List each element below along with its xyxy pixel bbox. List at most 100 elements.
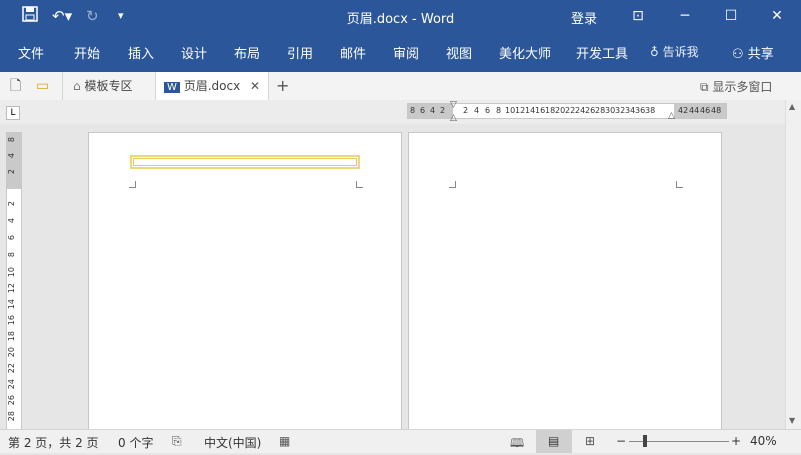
tab-document-label: 页眉.docx bbox=[183, 79, 241, 93]
ruler-tick: 26 bbox=[585, 106, 596, 115]
tab-view[interactable]: 视图 bbox=[446, 43, 472, 62]
windows-icon: ⧉ bbox=[700, 80, 709, 94]
person-icon: ⚇ bbox=[732, 47, 744, 62]
ruler-tick: 34 bbox=[625, 106, 636, 115]
ruler-tick: 48 bbox=[711, 106, 722, 115]
close-icon[interactable]: ✕ bbox=[762, 4, 792, 28]
new-doc-icon[interactable]: 🗋 bbox=[10, 72, 21, 100]
show-multi-window-button[interactable]: ⧉ 显示多窗口 bbox=[700, 78, 772, 95]
ruler-tick: 14 bbox=[7, 299, 16, 310]
ruler-tick: 30 bbox=[605, 106, 616, 115]
zoom-in-button[interactable]: + bbox=[731, 434, 741, 448]
ruler-tick: 10 bbox=[505, 106, 516, 115]
ruler-tick: 20 bbox=[7, 347, 16, 358]
folder-icon[interactable]: ▭ bbox=[36, 72, 49, 100]
tab-template[interactable]: ⌂ 模板专区 bbox=[62, 72, 155, 100]
tab-mailings[interactable]: 邮件 bbox=[340, 43, 366, 62]
page-1[interactable] bbox=[88, 132, 402, 429]
ruler-tick: 10 bbox=[7, 267, 16, 278]
ruler-tick: 8 bbox=[410, 106, 416, 115]
maximize-icon[interactable]: ☐ bbox=[716, 4, 746, 28]
crop-mark bbox=[356, 181, 363, 188]
first-line-indent-marker[interactable]: ▽ bbox=[450, 100, 457, 110]
ruler-tick: 18 bbox=[7, 331, 16, 342]
print-layout-icon[interactable]: ▤ bbox=[548, 434, 559, 448]
tab-file[interactable]: 文件 bbox=[18, 43, 44, 62]
tab-design[interactable]: 设计 bbox=[181, 43, 207, 62]
ruler-tick: 8 bbox=[7, 137, 16, 143]
scroll-down-icon[interactable]: ▼ bbox=[789, 416, 795, 425]
document-canvas[interactable] bbox=[22, 124, 785, 429]
tab-beautify[interactable]: 美化大师 bbox=[499, 43, 551, 62]
ruler-tick: 28 bbox=[595, 106, 606, 115]
hanging-indent-marker[interactable]: △ bbox=[450, 113, 457, 123]
crop-mark bbox=[676, 181, 683, 188]
ruler-tick: 18 bbox=[545, 106, 556, 115]
ruler-tick: 4 bbox=[7, 153, 16, 159]
ruler-tick: 22 bbox=[565, 106, 576, 115]
tab-template-label: 模板专区 bbox=[84, 79, 133, 93]
proofing-icon[interactable]: ⎘ bbox=[172, 434, 182, 449]
tab-layout[interactable]: 布局 bbox=[234, 43, 260, 62]
ruler-tick: 8 bbox=[7, 252, 16, 258]
ruler-tick: 20 bbox=[555, 106, 566, 115]
ruler-tick: 22 bbox=[7, 363, 16, 374]
word-count[interactable]: 0 个字 bbox=[118, 434, 153, 451]
add-tab-icon[interactable]: + bbox=[276, 72, 289, 100]
crop-mark bbox=[449, 181, 456, 188]
tab-references[interactable]: 引用 bbox=[287, 43, 313, 62]
ruler-tick: 2 bbox=[7, 169, 16, 175]
page-count[interactable]: 第 2 页，共 2 页 bbox=[8, 434, 99, 451]
ruler-tick: 2 bbox=[7, 201, 16, 207]
zoom-out-button[interactable]: − bbox=[616, 434, 626, 448]
word-doc-icon: W bbox=[164, 82, 180, 93]
ribbon-display-icon[interactable]: ⊡ bbox=[623, 4, 653, 28]
minimize-icon[interactable]: ─ bbox=[670, 4, 700, 28]
lightbulb-icon: ♁ bbox=[650, 45, 659, 59]
show-multi-window-label: 显示多窗口 bbox=[712, 80, 773, 94]
ruler-tick: 8 bbox=[496, 106, 502, 115]
share-label: 共享 bbox=[747, 47, 774, 62]
ruler-tick: 4 bbox=[430, 106, 436, 115]
home-icon: ⌂ bbox=[73, 79, 81, 93]
ruler-tick: 16 bbox=[7, 315, 16, 326]
macro-icon[interactable]: ▦ bbox=[279, 434, 290, 448]
ruler-tick: 26 bbox=[7, 395, 16, 406]
ruler-tick: 32 bbox=[615, 106, 626, 115]
ruler-tick: 4 bbox=[474, 106, 480, 115]
page-2[interactable] bbox=[408, 132, 722, 429]
tab-stop-selector[interactable]: L bbox=[6, 106, 20, 120]
web-layout-icon[interactable]: ⊞ bbox=[585, 434, 595, 448]
ruler-tick: 28 bbox=[7, 411, 16, 422]
ruler-tick: 14 bbox=[525, 106, 536, 115]
ruler-tick: 12 bbox=[7, 283, 16, 294]
ruler-tick: 2 bbox=[440, 106, 446, 115]
ruler-tick: 42 bbox=[678, 106, 689, 115]
title-bar: ↶▾ ↻ ▾ 页眉.docx - Word 登录 ⊡ ─ ☐ ✕ bbox=[0, 0, 801, 34]
zoom-level[interactable]: 40% bbox=[750, 434, 777, 448]
tab-document[interactable]: W 页眉.docx ✕ bbox=[155, 72, 269, 100]
tab-insert[interactable]: 插入 bbox=[128, 43, 154, 62]
ruler-tick: 2 bbox=[463, 106, 469, 115]
ruler-tick: 38 bbox=[645, 106, 656, 115]
ribbon-tabs: 文件 开始 插入 设计 布局 引用 邮件 审阅 视图 美化大师 开发工具 ♁ 告… bbox=[0, 34, 801, 72]
ruler-tick: 12 bbox=[515, 106, 526, 115]
zoom-slider-thumb[interactable] bbox=[643, 435, 647, 447]
tell-me-box[interactable]: ♁ 告诉我 bbox=[650, 43, 699, 60]
login-link[interactable]: 登录 bbox=[571, 8, 597, 27]
vertical-ruler[interactable]: 8 4 2 2 4 6 8 10 12 14 16 18 20 22 24 26… bbox=[6, 132, 22, 430]
close-tab-icon[interactable]: ✕ bbox=[250, 79, 260, 93]
language-indicator[interactable]: 中文(中国) bbox=[204, 434, 261, 451]
vertical-scrollbar[interactable]: ▲ ▼ bbox=[785, 100, 801, 429]
document-tab-bar: 🗋 ▭ ⌂ 模板专区 W 页眉.docx ✕ + ⧉ 显示多窗口 bbox=[0, 72, 801, 101]
tab-developer[interactable]: 开发工具 bbox=[576, 43, 628, 62]
right-indent-marker[interactable]: △ bbox=[668, 111, 675, 121]
tell-me-label: 告诉我 bbox=[662, 45, 699, 59]
ruler-tick: 4 bbox=[7, 218, 16, 224]
crop-mark bbox=[129, 181, 136, 188]
tab-home[interactable]: 开始 bbox=[74, 43, 100, 62]
header-edit-box[interactable] bbox=[130, 155, 360, 169]
scroll-up-icon[interactable]: ▲ bbox=[789, 102, 795, 111]
tab-review[interactable]: 审阅 bbox=[393, 43, 419, 62]
share-button[interactable]: ⚇ 共享 bbox=[732, 43, 774, 62]
